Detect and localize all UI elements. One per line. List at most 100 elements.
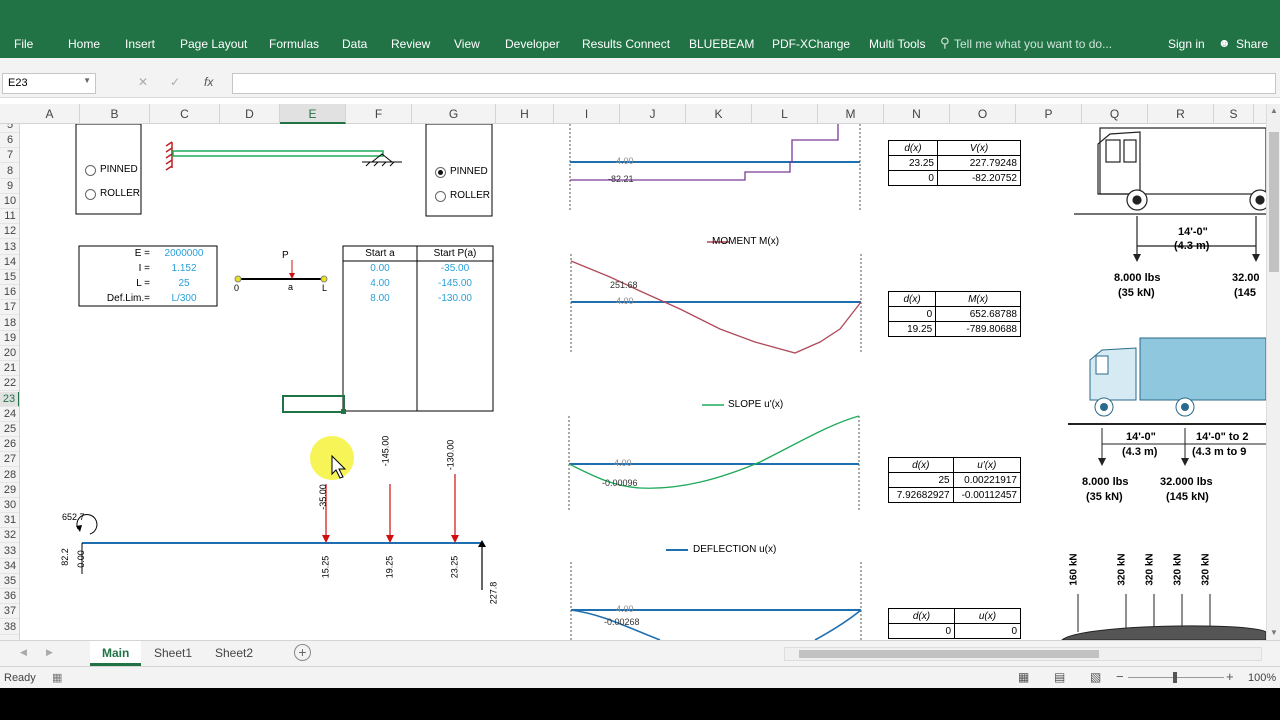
zoom-level[interactable]: 100%	[1248, 672, 1276, 684]
sheet-tab-sheet1[interactable]: Sheet1	[142, 641, 204, 666]
row-header-6[interactable]: 6	[0, 133, 19, 149]
sheet-grid[interactable]: PINNED ROLLER PINNED ROLLER E = I = L = …	[20, 124, 1266, 640]
table-cell[interactable]: -0.00112457	[952, 487, 1022, 503]
scroll-up-icon[interactable]: ▲	[1270, 106, 1278, 115]
table-cell[interactable]: -82.20752	[936, 170, 1022, 186]
cancel-icon[interactable]: ✕	[138, 75, 148, 89]
loads-a-2[interactable]: 4.00	[343, 278, 417, 289]
prop-deflim-value[interactable]: L/300	[152, 293, 216, 304]
row-header-36[interactable]: 36	[0, 589, 19, 605]
page-layout-view-icon[interactable]: ▤	[1054, 670, 1065, 684]
row-header-26[interactable]: 26	[0, 437, 19, 453]
row-header-27[interactable]: 27	[0, 452, 19, 468]
zoom-in-icon[interactable]: +	[1226, 669, 1234, 684]
tab-view[interactable]: View	[454, 37, 480, 51]
row-header-10[interactable]: 10	[0, 194, 19, 209]
confirm-icon[interactable]: ✓	[170, 75, 180, 89]
column-header-d[interactable]: D	[220, 104, 280, 124]
column-header-f[interactable]: F	[346, 104, 412, 124]
page-break-view-icon[interactable]: ▧	[1090, 670, 1101, 684]
sign-in-link[interactable]: Sign in	[1168, 37, 1205, 51]
row-header-21[interactable]: 21	[0, 361, 19, 377]
chevron-down-icon[interactable]: ▼	[83, 76, 91, 85]
table-cell[interactable]: -789.80688	[935, 321, 1021, 337]
tab-bluebeam[interactable]: BLUEBEAM	[689, 37, 754, 51]
prop-i-value[interactable]: 1.152	[152, 263, 216, 274]
column-header-b[interactable]: B	[80, 104, 150, 124]
tab-page-layout[interactable]: Page Layout	[180, 37, 247, 51]
tab-home[interactable]: Home	[68, 37, 100, 51]
column-header-o[interactable]: O	[950, 104, 1016, 124]
table-cell[interactable]: 23.25	[888, 155, 938, 171]
column-header-i[interactable]: I	[554, 104, 620, 124]
row-header-28[interactable]: 28	[0, 468, 19, 483]
zoom-slider-thumb[interactable]	[1173, 672, 1177, 683]
row-header-34[interactable]: 34	[0, 559, 19, 574]
row-header-12[interactable]: 12	[0, 224, 19, 240]
row-header-22[interactable]: 22	[0, 376, 19, 392]
row-header-35[interactable]: 35	[0, 574, 19, 589]
row-header-5[interactable]: 5	[0, 124, 19, 133]
column-header-g[interactable]: G	[412, 104, 496, 124]
left-roller-radio[interactable]	[85, 189, 96, 200]
macro-record-icon[interactable]: ▦	[52, 671, 62, 684]
table-cell[interactable]: 0	[954, 623, 1021, 639]
tell-me-search[interactable]: Tell me what you want to do...	[954, 37, 1112, 51]
column-header-s[interactable]: S	[1214, 104, 1254, 124]
row-header-20[interactable]: 20	[0, 346, 19, 361]
table-cell[interactable]: 0	[887, 306, 937, 322]
loads-p-1[interactable]: -35.00	[417, 263, 493, 274]
right-roller-radio[interactable]	[435, 191, 446, 202]
row-header-9[interactable]: 9	[0, 179, 19, 194]
tab-data[interactable]: Data	[342, 37, 367, 51]
loads-p-3[interactable]: -130.00	[417, 293, 493, 304]
row-header-13[interactable]: 13	[0, 240, 19, 255]
horizontal-scrollbar[interactable]	[784, 647, 1262, 661]
tab-file[interactable]: File	[14, 37, 33, 51]
loads-a-3[interactable]: 8.00	[343, 293, 417, 304]
left-pinned-radio[interactable]	[85, 165, 96, 176]
row-header-18[interactable]: 18	[0, 316, 19, 331]
scroll-down-icon[interactable]: ▼	[1270, 628, 1278, 637]
insert-function-icon[interactable]: fx	[204, 75, 213, 89]
column-header-e[interactable]: E	[280, 104, 346, 124]
tab-results-connect[interactable]: Results Connect	[582, 37, 670, 51]
row-header-38[interactable]: 38	[0, 620, 19, 635]
right-pinned-radio[interactable]	[435, 167, 446, 178]
row-header-19[interactable]: 19	[0, 331, 19, 346]
row-header-30[interactable]: 30	[0, 498, 19, 513]
row-header-23[interactable]: 23	[0, 391, 19, 407]
table-cell[interactable]: 0.00221917	[952, 472, 1022, 488]
horizontal-scroll-thumb[interactable]	[799, 650, 1099, 658]
tab-multi-tools[interactable]: Multi Tools	[869, 37, 925, 51]
tab-scroll-left-icon[interactable]: ◀	[20, 647, 27, 658]
table-cell[interactable]: 25	[888, 472, 954, 488]
table-cell[interactable]: 0	[888, 623, 955, 639]
column-header-r[interactable]: R	[1148, 104, 1214, 124]
row-header-17[interactable]: 17	[0, 300, 19, 316]
sheet-tab-sheet2[interactable]: Sheet2	[203, 641, 265, 666]
zoom-out-icon[interactable]: −	[1116, 669, 1124, 684]
vertical-scroll-thumb[interactable]	[1269, 132, 1279, 272]
column-header-k[interactable]: K	[686, 104, 752, 124]
table-cell[interactable]: 7.92682927	[888, 487, 954, 503]
column-header-n[interactable]: N	[884, 104, 950, 124]
normal-view-icon[interactable]: ▦	[1018, 670, 1029, 684]
vertical-scrollbar[interactable]: ▲ ▼	[1266, 104, 1280, 640]
column-header-j[interactable]: J	[620, 104, 686, 124]
tab-review[interactable]: Review	[391, 37, 430, 51]
prop-l-value[interactable]: 25	[152, 278, 216, 289]
row-header-14[interactable]: 14	[0, 255, 19, 270]
table-cell[interactable]: 19.25	[887, 321, 937, 337]
sheet-tab-main[interactable]: Main	[90, 641, 142, 666]
row-header-7[interactable]: 7	[0, 148, 19, 164]
row-header-29[interactable]: 29	[0, 483, 19, 498]
tab-scroll-right-icon[interactable]: ▶	[46, 647, 53, 658]
row-header-11[interactable]: 11	[0, 209, 19, 225]
tab-insert[interactable]: Insert	[125, 37, 155, 51]
tab-developer[interactable]: Developer	[505, 37, 560, 51]
formula-input[interactable]	[232, 73, 1276, 94]
loads-a-1[interactable]: 0.00	[343, 263, 417, 274]
row-header-31[interactable]: 31	[0, 513, 19, 529]
loads-p-2[interactable]: -145.00	[417, 278, 493, 289]
